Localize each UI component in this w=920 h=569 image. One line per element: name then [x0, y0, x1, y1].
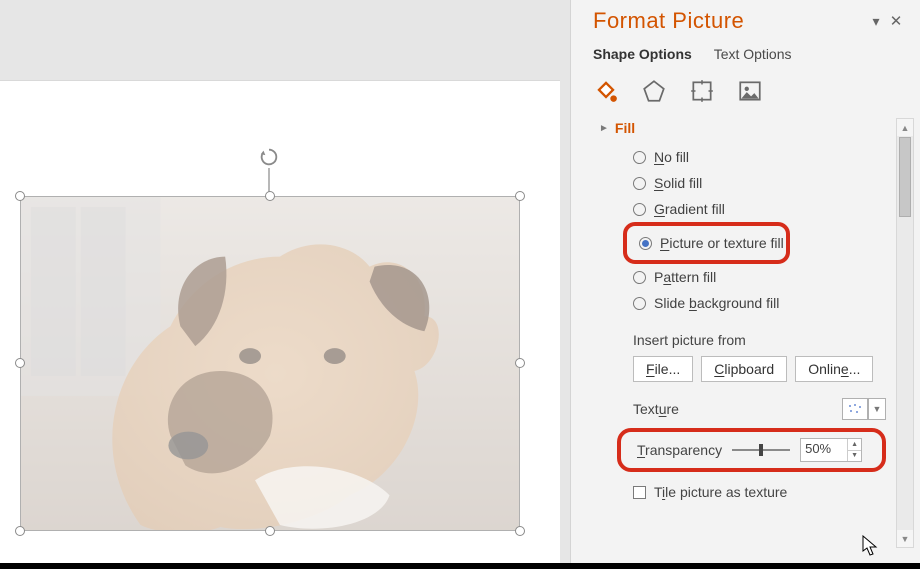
- picture-properties-icon[interactable]: [737, 78, 763, 104]
- fill-section-label: Fill: [615, 120, 635, 136]
- radio-solid-fill[interactable]: Solid fill: [599, 170, 886, 196]
- transparency-slider[interactable]: [732, 443, 790, 457]
- selection-handle[interactable]: [515, 526, 525, 536]
- checkbox-icon: [633, 486, 646, 499]
- mouse-cursor-icon: [862, 535, 880, 557]
- texture-dropdown[interactable]: ▼: [868, 398, 886, 420]
- radio-icon: [633, 203, 646, 216]
- radio-icon: [639, 237, 652, 250]
- radio-picture-texture-fill[interactable]: Picture or texture fill: [629, 230, 784, 256]
- pane-scrollbar[interactable]: ▲ ▼: [896, 118, 914, 548]
- size-properties-icon[interactable]: [689, 78, 715, 104]
- slide-canvas: [0, 80, 560, 569]
- texture-label: Texture: [633, 401, 842, 417]
- scroll-thumb[interactable]: [899, 137, 911, 217]
- radio-no-fill[interactable]: No fill: [599, 144, 886, 170]
- radio-label: Pattern fill: [654, 269, 716, 285]
- fill-line-icon[interactable]: [593, 78, 619, 104]
- radio-label: Gradient fill: [654, 201, 725, 217]
- radio-icon: [633, 297, 646, 310]
- clipboard-button[interactable]: Clipboard: [701, 356, 787, 382]
- fill-section-header[interactable]: ► Fill: [599, 120, 886, 136]
- tab-shape-options[interactable]: Shape Options: [593, 46, 692, 62]
- scroll-down-icon[interactable]: ▼: [897, 530, 913, 547]
- radio-label: No fill: [654, 149, 689, 165]
- radio-label: Slide background fill: [654, 295, 779, 311]
- spinner-up-icon[interactable]: ▲: [847, 439, 861, 451]
- radio-icon: [633, 151, 646, 164]
- slider-knob-icon[interactable]: [759, 444, 763, 456]
- radio-slide-background-fill[interactable]: Slide background fill: [599, 290, 886, 316]
- tab-text-options[interactable]: Text Options: [714, 46, 792, 62]
- picture-frame[interactable]: [20, 196, 520, 531]
- tile-label: Tile picture as texture: [654, 484, 787, 500]
- pane-title: Format Picture: [593, 8, 866, 34]
- radio-pattern-fill[interactable]: Pattern fill: [599, 264, 886, 290]
- selection-handle[interactable]: [15, 526, 25, 536]
- selection-handle[interactable]: [15, 358, 25, 368]
- radio-label: Picture or texture fill: [660, 235, 784, 251]
- radio-gradient-fill[interactable]: Gradient fill: [599, 196, 886, 222]
- radio-icon: [633, 271, 646, 284]
- pane-close-button[interactable]: ✕: [886, 12, 906, 30]
- selection-handle[interactable]: [265, 191, 275, 201]
- selection-handle[interactable]: [265, 526, 275, 536]
- transparency-label: Transparency: [637, 442, 722, 458]
- tile-picture-checkbox[interactable]: Tile picture as texture: [599, 472, 886, 500]
- transparency-spinner[interactable]: 50% ▲▼: [800, 438, 862, 462]
- effects-icon[interactable]: [641, 78, 667, 104]
- online-button[interactable]: Online...: [795, 356, 873, 382]
- pane-options-dropdown[interactable]: ▾: [866, 13, 886, 30]
- selection-handle[interactable]: [515, 358, 525, 368]
- transparency-value[interactable]: 50%: [801, 439, 847, 461]
- scroll-up-icon[interactable]: ▲: [897, 119, 913, 136]
- spinner-down-icon[interactable]: ▼: [847, 451, 861, 462]
- radio-label: Solid fill: [654, 175, 702, 191]
- selection-handle[interactable]: [515, 191, 525, 201]
- texture-swatch[interactable]: [842, 398, 868, 420]
- collapse-caret-icon: ►: [599, 123, 609, 134]
- bottom-edge: [0, 563, 920, 569]
- file-button[interactable]: File...: [633, 356, 693, 382]
- rotate-handle-icon[interactable]: [258, 146, 280, 168]
- format-picture-pane: Format Picture ▾ ✕ Shape Options Text Op…: [570, 0, 920, 569]
- radio-icon: [633, 177, 646, 190]
- selection-handle[interactable]: [15, 191, 25, 201]
- insert-picture-from-label: Insert picture from: [599, 316, 886, 356]
